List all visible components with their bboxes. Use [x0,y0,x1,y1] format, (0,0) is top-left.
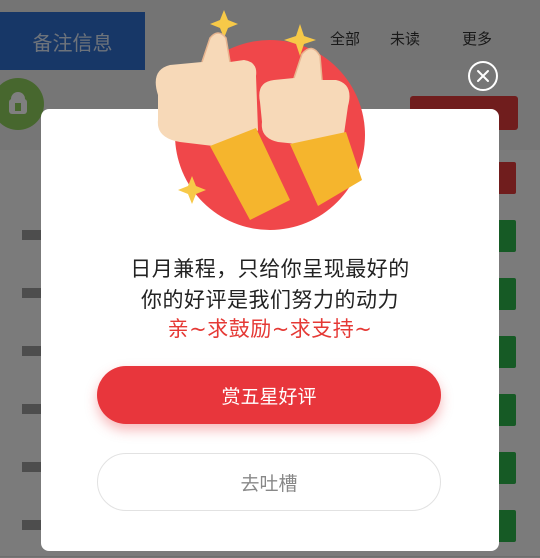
rate-five-stars-button[interactable]: 赏五星好评 [97,366,441,424]
close-button[interactable] [468,61,498,91]
message-line-3: 亲~求鼓励~求支持~ [167,317,373,341]
close-icon [477,70,489,82]
thumbs-up-illustration [155,10,365,230]
message-line-1: 日月兼程，只给你呈现最好的 [130,257,410,281]
complain-button[interactable]: 去吐槽 [97,453,441,511]
message-line-2: 你的好评是我们努力的动力 [141,288,399,312]
